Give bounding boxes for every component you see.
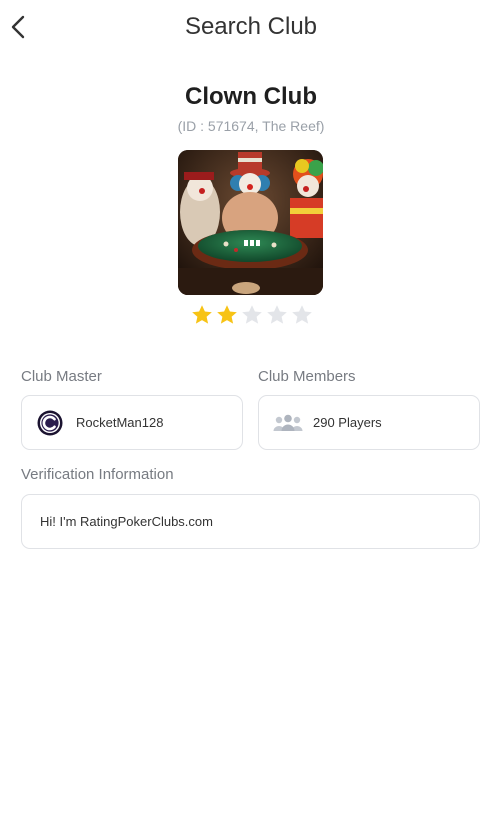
top-bar: Search Club <box>0 0 502 56</box>
star-empty-icon <box>267 305 287 324</box>
club-members-card: 290 Players <box>258 395 480 450</box>
club-master-name: RocketMan128 <box>76 415 164 430</box>
verification-card: Hi! I'm RatingPokerClubs.com <box>21 494 480 549</box>
club-members-label: Club Members <box>258 368 356 385</box>
club-rating <box>190 303 314 327</box>
club-id: (ID : 571674, The Reef) <box>177 118 325 134</box>
verification-text: Hi! I'm RatingPokerClubs.com <box>40 514 213 529</box>
star-filled-icon <box>217 305 237 324</box>
star-filled-icon <box>192 305 212 324</box>
people-group-icon <box>273 414 303 431</box>
club-name: Clown Club <box>185 83 317 110</box>
page-title: Search Club <box>184 13 318 40</box>
star-empty-icon <box>292 305 312 324</box>
club-members-count: 290 Players <box>313 415 382 430</box>
avatar <box>37 410 63 435</box>
club-avatar-image <box>178 150 323 295</box>
club-master-label: Club Master <box>21 368 102 385</box>
club-master-card: RocketMan128 <box>21 395 243 450</box>
verification-label: Verification Information <box>21 466 174 483</box>
star-empty-icon <box>242 305 262 324</box>
